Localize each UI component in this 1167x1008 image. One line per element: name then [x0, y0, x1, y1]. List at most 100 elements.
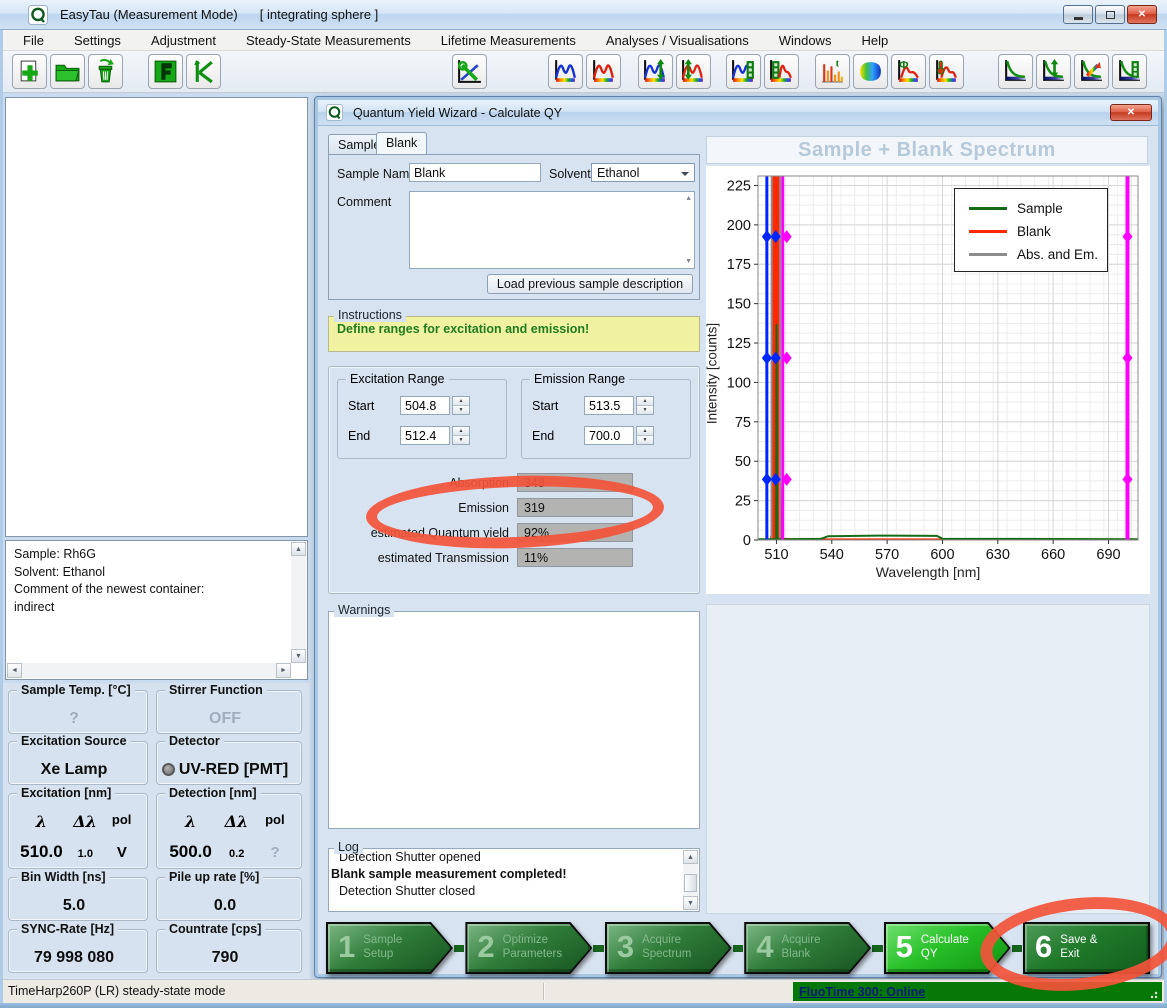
svg-text:25: 25	[735, 494, 751, 510]
blank-legend-swatch	[969, 230, 1007, 233]
step-6-save-exit[interactable]: 6Save &Exit	[1023, 922, 1150, 974]
detection-wavelength-value: 500.0	[165, 842, 216, 862]
excitation-spectrum-button[interactable]	[548, 54, 583, 89]
maximize-icon	[1106, 11, 1115, 19]
emission-spectrum-button[interactable]	[586, 54, 621, 89]
menu-bar: File Settings Adjustment Steady-State Me…	[0, 30, 1167, 51]
scroll-thumb[interactable]	[684, 874, 697, 892]
menu-file[interactable]: File	[8, 31, 59, 50]
tab-blank[interactable]: Blank	[376, 132, 427, 154]
load-previous-sample-button[interactable]: Load previous sample description	[487, 274, 693, 294]
excitation-start-spinner[interactable]: ▲▼	[452, 396, 470, 415]
decay-polarization-button[interactable]	[1036, 54, 1071, 89]
new-measurement-icon	[16, 58, 43, 85]
close-icon: ✕	[1138, 9, 1146, 20]
discard-measurement-button[interactable]	[88, 54, 123, 89]
sample-changer-button[interactable]	[148, 54, 183, 89]
temperature-spectrum-button[interactable]	[929, 54, 964, 89]
step-5-calculate-qy[interactable]: 5CalculateQY	[884, 922, 1011, 974]
scroll-up-icon[interactable]: ▲	[683, 850, 698, 864]
tres-map-button[interactable]	[853, 54, 888, 89]
comment-scroll-up-icon[interactable]: ▲	[685, 195, 692, 202]
comment-textarea[interactable]: ▲ ▼	[409, 191, 695, 269]
sample-info-box[interactable]: Sample: Rh6G Solvent: Ethanol Comment of…	[5, 540, 308, 680]
tres-map-icon	[857, 58, 884, 85]
excitation-end-spinner[interactable]: ▲▼	[452, 426, 470, 445]
emission-start-spinner[interactable]: ▲▼	[636, 396, 654, 415]
scroll-down-icon[interactable]: ▼	[683, 896, 698, 910]
adjustment-tools-button[interactable]	[452, 54, 487, 89]
sample-info-text: Sample: Rh6G Solvent: Ethanol Comment of…	[14, 546, 287, 616]
solvent-dropdown[interactable]: Ethanol	[591, 163, 695, 182]
step-1-sample-setup[interactable]: 1SampleSetup	[326, 922, 453, 974]
manual-control-button[interactable]	[186, 54, 221, 89]
minimize-button[interactable]	[1063, 5, 1093, 24]
step-2-optimize-parameters[interactable]: 2OptimizeParameters	[465, 922, 592, 974]
open-file-button[interactable]	[50, 54, 85, 89]
scroll-up-icon[interactable]: ▲	[291, 542, 306, 556]
tcspc-histogram-button[interactable]: t	[815, 54, 850, 89]
quantum-yield-spectrum-button[interactable]: Φ	[891, 54, 926, 89]
emission-value: 319	[517, 498, 633, 517]
title-bar[interactable]: EasyTau (Measurement Mode)[ integrating …	[0, 0, 1167, 30]
sample-info-vscrollbar[interactable]: ▲ ▼	[291, 542, 306, 663]
sample-info-hscrollbar[interactable]: ◄ ►	[7, 663, 291, 678]
spin-up-icon: ▲	[453, 427, 469, 436]
sample-name-input[interactable]: Blank	[409, 163, 541, 182]
excitation-kinetics-button[interactable]	[726, 54, 761, 89]
resize-grip[interactable]	[1150, 989, 1160, 999]
decay-measurement-button[interactable]	[998, 54, 1033, 89]
window-frame-left	[0, 30, 3, 1003]
discard-icon	[92, 58, 119, 85]
ranges-results-group: Excitation Range Start 504.8 ▲▼ End 512.…	[328, 366, 700, 594]
menu-help[interactable]: Help	[846, 31, 903, 50]
scroll-right-icon[interactable]: ►	[276, 663, 291, 678]
emission-kinetics-icon	[768, 58, 795, 85]
bin-width-group: Bin Width [ns] 5.0	[8, 877, 148, 921]
excitation-start-input[interactable]: 504.8	[400, 396, 450, 415]
chart-legend: Sample Blank Abs. and Em.	[954, 188, 1108, 272]
hardware-mode-status: TimeHarp260P (LR) steady-state mode	[8, 984, 225, 998]
preview-panel	[5, 97, 308, 537]
svg-text:200: 200	[727, 218, 751, 234]
decay-kinetics-icon	[1116, 58, 1143, 85]
scroll-down-icon[interactable]: ▼	[291, 649, 306, 663]
step-3-acquire-spectrum[interactable]: 3AcquireSpectrum	[605, 922, 732, 974]
step-4-acquire-blank[interactable]: 4AcquireBlank	[744, 922, 871, 974]
svg-text:125: 125	[727, 336, 751, 352]
comment-scroll-down-icon[interactable]: ▼	[685, 258, 692, 265]
estimated-transmission-label: estimated Transmission	[329, 551, 517, 565]
sample-temp-value: ?	[9, 710, 139, 728]
maximize-button[interactable]	[1095, 5, 1125, 24]
new-measurement-button[interactable]	[12, 54, 47, 89]
excitation-end-input[interactable]: 512.4	[400, 426, 450, 445]
svg-text:630: 630	[986, 547, 1010, 563]
excitation-wavelength-value: 510.0	[17, 842, 66, 862]
wizard-title-bar[interactable]: Quantum Yield Wizard - Calculate QY ✕	[318, 100, 1158, 126]
emission-start-input[interactable]: 513.5	[584, 396, 634, 415]
chart-header: Sample + Blank Spectrum	[706, 136, 1148, 164]
log-box[interactable]: Detection Shutter opened Blank sample me…	[328, 848, 700, 912]
menu-adjustment[interactable]: Adjustment	[136, 31, 231, 50]
spectrum-chart[interactable]: 5105405706006306606900255075100125150175…	[706, 166, 1150, 594]
emission-kinetics-button[interactable]	[764, 54, 799, 89]
menu-settings[interactable]: Settings	[59, 31, 136, 50]
emission-end-spinner[interactable]: ▲▼	[636, 426, 654, 445]
decay-kinetics-button[interactable]	[1112, 54, 1147, 89]
menu-steady-state[interactable]: Steady-State Measurements	[231, 31, 426, 50]
adjustment-tools-icon	[456, 58, 483, 85]
emission-end-input[interactable]: 700.0	[584, 426, 634, 445]
wizard-close-button[interactable]: ✕	[1110, 104, 1152, 121]
excitation-polarization-button[interactable]	[638, 54, 673, 89]
absorption-value: 348	[517, 473, 633, 492]
status-divider	[543, 983, 545, 1000]
menu-lifetime[interactable]: Lifetime Measurements	[426, 31, 591, 50]
decay-tres-button[interactable]	[1074, 54, 1109, 89]
tcspc-histogram-icon: t	[819, 58, 846, 85]
emission-polarization-button[interactable]	[676, 54, 711, 89]
close-button[interactable]: ✕	[1127, 5, 1157, 24]
log-scrollbar[interactable]: ▲ ▼	[683, 850, 698, 910]
menu-analyses[interactable]: Analyses / Visualisations	[591, 31, 764, 50]
scroll-left-icon[interactable]: ◄	[7, 663, 22, 678]
menu-windows[interactable]: Windows	[764, 31, 847, 50]
